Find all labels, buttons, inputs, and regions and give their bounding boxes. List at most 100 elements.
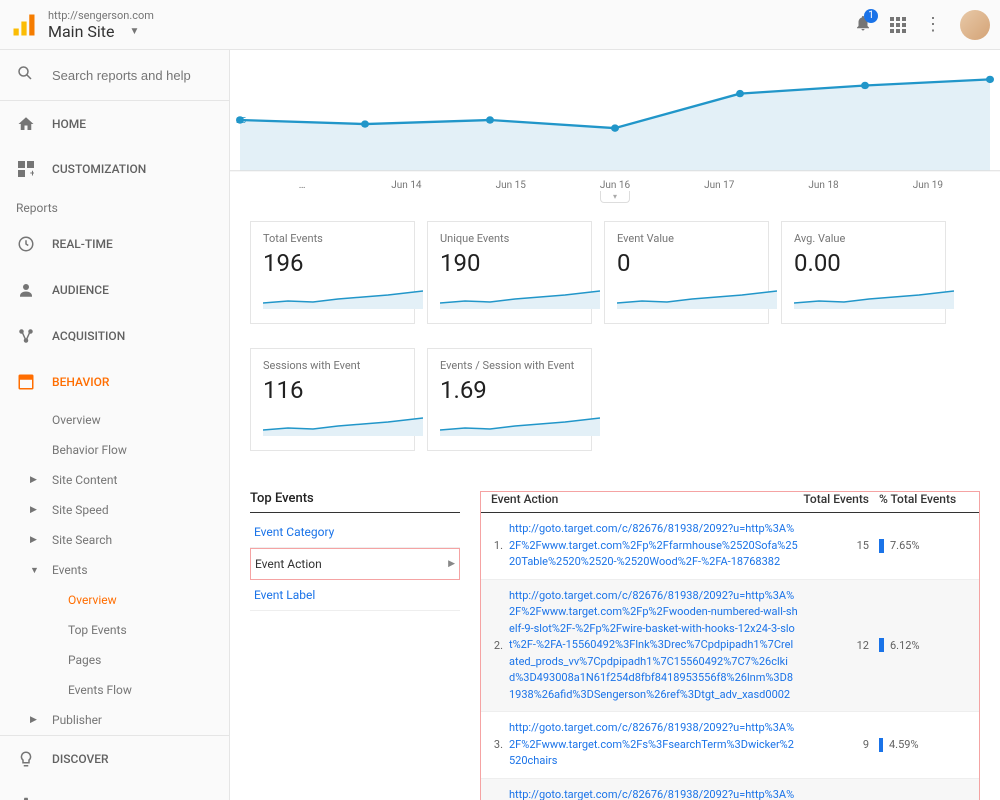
- person-icon: [16, 281, 36, 299]
- scorecard-value: 196: [263, 249, 402, 277]
- event-action-link[interactable]: http://goto.target.com/c/82676/81938/209…: [509, 787, 809, 800]
- row-index: 1.: [491, 539, 509, 552]
- svg-text:+: +: [30, 169, 34, 177]
- scorecard[interactable]: Events / Session with Event 1.69: [427, 348, 592, 451]
- row-index: 3.: [491, 738, 509, 751]
- scorecard[interactable]: Event Value 0: [604, 221, 769, 324]
- pct-bar: [879, 539, 884, 553]
- row-pct: 7.65%: [890, 539, 920, 552]
- app-header: http://sengerson.com Main Site ▼ 1 ⋮: [0, 0, 1000, 50]
- scorecard-label: Total Events: [263, 232, 402, 245]
- scorecard-label: Sessions with Event: [263, 359, 402, 372]
- sub-events-overview[interactable]: Overview: [0, 585, 229, 615]
- notifications-button[interactable]: 1: [854, 14, 872, 36]
- chevron-right-icon: ▶: [30, 505, 37, 515]
- scorecard-value: 1.69: [440, 376, 579, 404]
- col-pct-events: % Total Events: [869, 492, 969, 506]
- scorecard[interactable]: Sessions with Event 116: [250, 348, 415, 451]
- top-events-panel: Top Events Event CategoryEvent Action▶Ev…: [250, 491, 460, 800]
- gear-icon: [16, 796, 36, 800]
- scorecards: Total Events 196 Unique Events 190 Event Val…: [230, 203, 1000, 451]
- sub-behavior-flow[interactable]: Behavior Flow: [0, 435, 229, 465]
- clock-icon: [16, 235, 36, 253]
- sub-events-pages[interactable]: Pages: [0, 645, 229, 675]
- event-action-link[interactable]: http://goto.target.com/c/82676/81938/209…: [509, 588, 809, 704]
- top-events-item[interactable]: Event Label: [250, 580, 460, 611]
- row-index: 2.: [491, 639, 509, 652]
- scorecard-label: Unique Events: [440, 232, 579, 245]
- chart-expand-handle[interactable]: ▾: [600, 191, 630, 203]
- avatar[interactable]: [960, 10, 990, 40]
- search-row[interactable]: [0, 50, 229, 101]
- trend-chart: 25: [230, 50, 1000, 180]
- row-total: 12: [809, 639, 869, 652]
- sub-site-speed[interactable]: ▶Site Speed: [0, 495, 229, 525]
- scorecard-value: 0.00: [794, 249, 933, 277]
- pct-bar: [879, 738, 883, 752]
- chevron-right-icon: ▶: [30, 475, 37, 485]
- sub-events-top[interactable]: Top Events: [0, 615, 229, 645]
- row-total: 15: [809, 539, 869, 552]
- reports-label: Reports: [0, 191, 229, 221]
- table-row: 2.http://goto.target.com/c/82676/81938/2…: [481, 580, 979, 713]
- chevron-down-icon: ▼: [30, 565, 39, 576]
- col-event-action: Event Action: [491, 492, 789, 506]
- nav-behavior[interactable]: BEHAVIOR: [0, 359, 229, 405]
- nav-admin[interactable]: ADMIN: [0, 782, 229, 800]
- scorecard[interactable]: Total Events 196: [250, 221, 415, 324]
- event-action-link[interactable]: http://goto.target.com/c/82676/81938/209…: [509, 720, 809, 770]
- svg-text:25: 25: [236, 116, 246, 126]
- chevron-right-icon: ▶: [30, 535, 37, 545]
- nav-audience[interactable]: AUDIENCE: [0, 267, 229, 313]
- event-action-link[interactable]: http://goto.target.com/c/82676/81938/209…: [509, 521, 809, 571]
- sub-events[interactable]: ▼Events: [0, 555, 229, 585]
- nav-discover[interactable]: DISCOVER: [0, 736, 229, 782]
- pct-bar: [879, 638, 884, 652]
- scorecard[interactable]: Avg. Value 0.00: [781, 221, 946, 324]
- scorecard-value: 116: [263, 376, 402, 404]
- table-header: Event Action Total Events % Total Events: [481, 492, 979, 513]
- behavior-icon: [16, 373, 36, 391]
- chevron-down-icon: ▼: [129, 26, 139, 37]
- sub-events-flow[interactable]: Events Flow: [0, 675, 229, 705]
- site-name-label: Main Site: [48, 22, 114, 41]
- sub-overview[interactable]: Overview: [0, 405, 229, 435]
- col-total-events: Total Events: [789, 492, 869, 506]
- sub-publisher[interactable]: ▶Publisher: [0, 705, 229, 735]
- bulb-icon: [16, 750, 36, 768]
- customization-icon: +: [16, 161, 36, 177]
- row-total: 9: [809, 738, 869, 751]
- search-input[interactable]: [52, 68, 202, 83]
- kebab-menu-icon[interactable]: ⋮: [924, 14, 942, 35]
- top-events-title: Top Events: [250, 491, 460, 513]
- top-events-item[interactable]: Event Category: [250, 517, 460, 548]
- apps-icon[interactable]: [890, 17, 906, 33]
- table-row: 3.http://goto.target.com/c/82676/81938/2…: [481, 712, 979, 779]
- nav-acquisition[interactable]: ACQUISITION: [0, 313, 229, 359]
- sidebar: HOME +CUSTOMIZATION Reports REAL-TIME AU…: [0, 50, 230, 800]
- scorecard-label: Events / Session with Event: [440, 359, 579, 372]
- scorecard-label: Event Value: [617, 232, 756, 245]
- chevron-right-icon: ▶: [30, 715, 37, 725]
- nav-customization[interactable]: +CUSTOMIZATION: [0, 147, 229, 191]
- home-icon: [16, 115, 36, 133]
- sub-site-content[interactable]: ▶Site Content: [0, 465, 229, 495]
- nav-realtime[interactable]: REAL-TIME: [0, 221, 229, 267]
- scorecard-value: 0: [617, 249, 756, 277]
- ga-logo: [10, 11, 38, 39]
- scorecard-label: Avg. Value: [794, 232, 933, 245]
- scorecard-value: 190: [440, 249, 579, 277]
- chevron-right-icon: ▶: [448, 559, 455, 569]
- table-row: 1.http://goto.target.com/c/82676/81938/2…: [481, 513, 979, 580]
- table-row: 4.http://goto.target.com/c/82676/81938/2…: [481, 779, 979, 800]
- sub-site-search[interactable]: ▶Site Search: [0, 525, 229, 555]
- event-action-table: Event Action Total Events % Total Events…: [480, 491, 980, 800]
- site-selector[interactable]: http://sengerson.com Main Site ▼: [48, 9, 854, 41]
- row-pct: 4.59%: [889, 738, 919, 751]
- notification-badge: 1: [864, 9, 878, 23]
- nav-home[interactable]: HOME: [0, 101, 229, 147]
- scorecard[interactable]: Unique Events 190: [427, 221, 592, 324]
- top-events-item[interactable]: Event Action▶: [250, 548, 460, 580]
- acquisition-icon: [16, 327, 36, 345]
- site-url: http://sengerson.com: [48, 9, 854, 22]
